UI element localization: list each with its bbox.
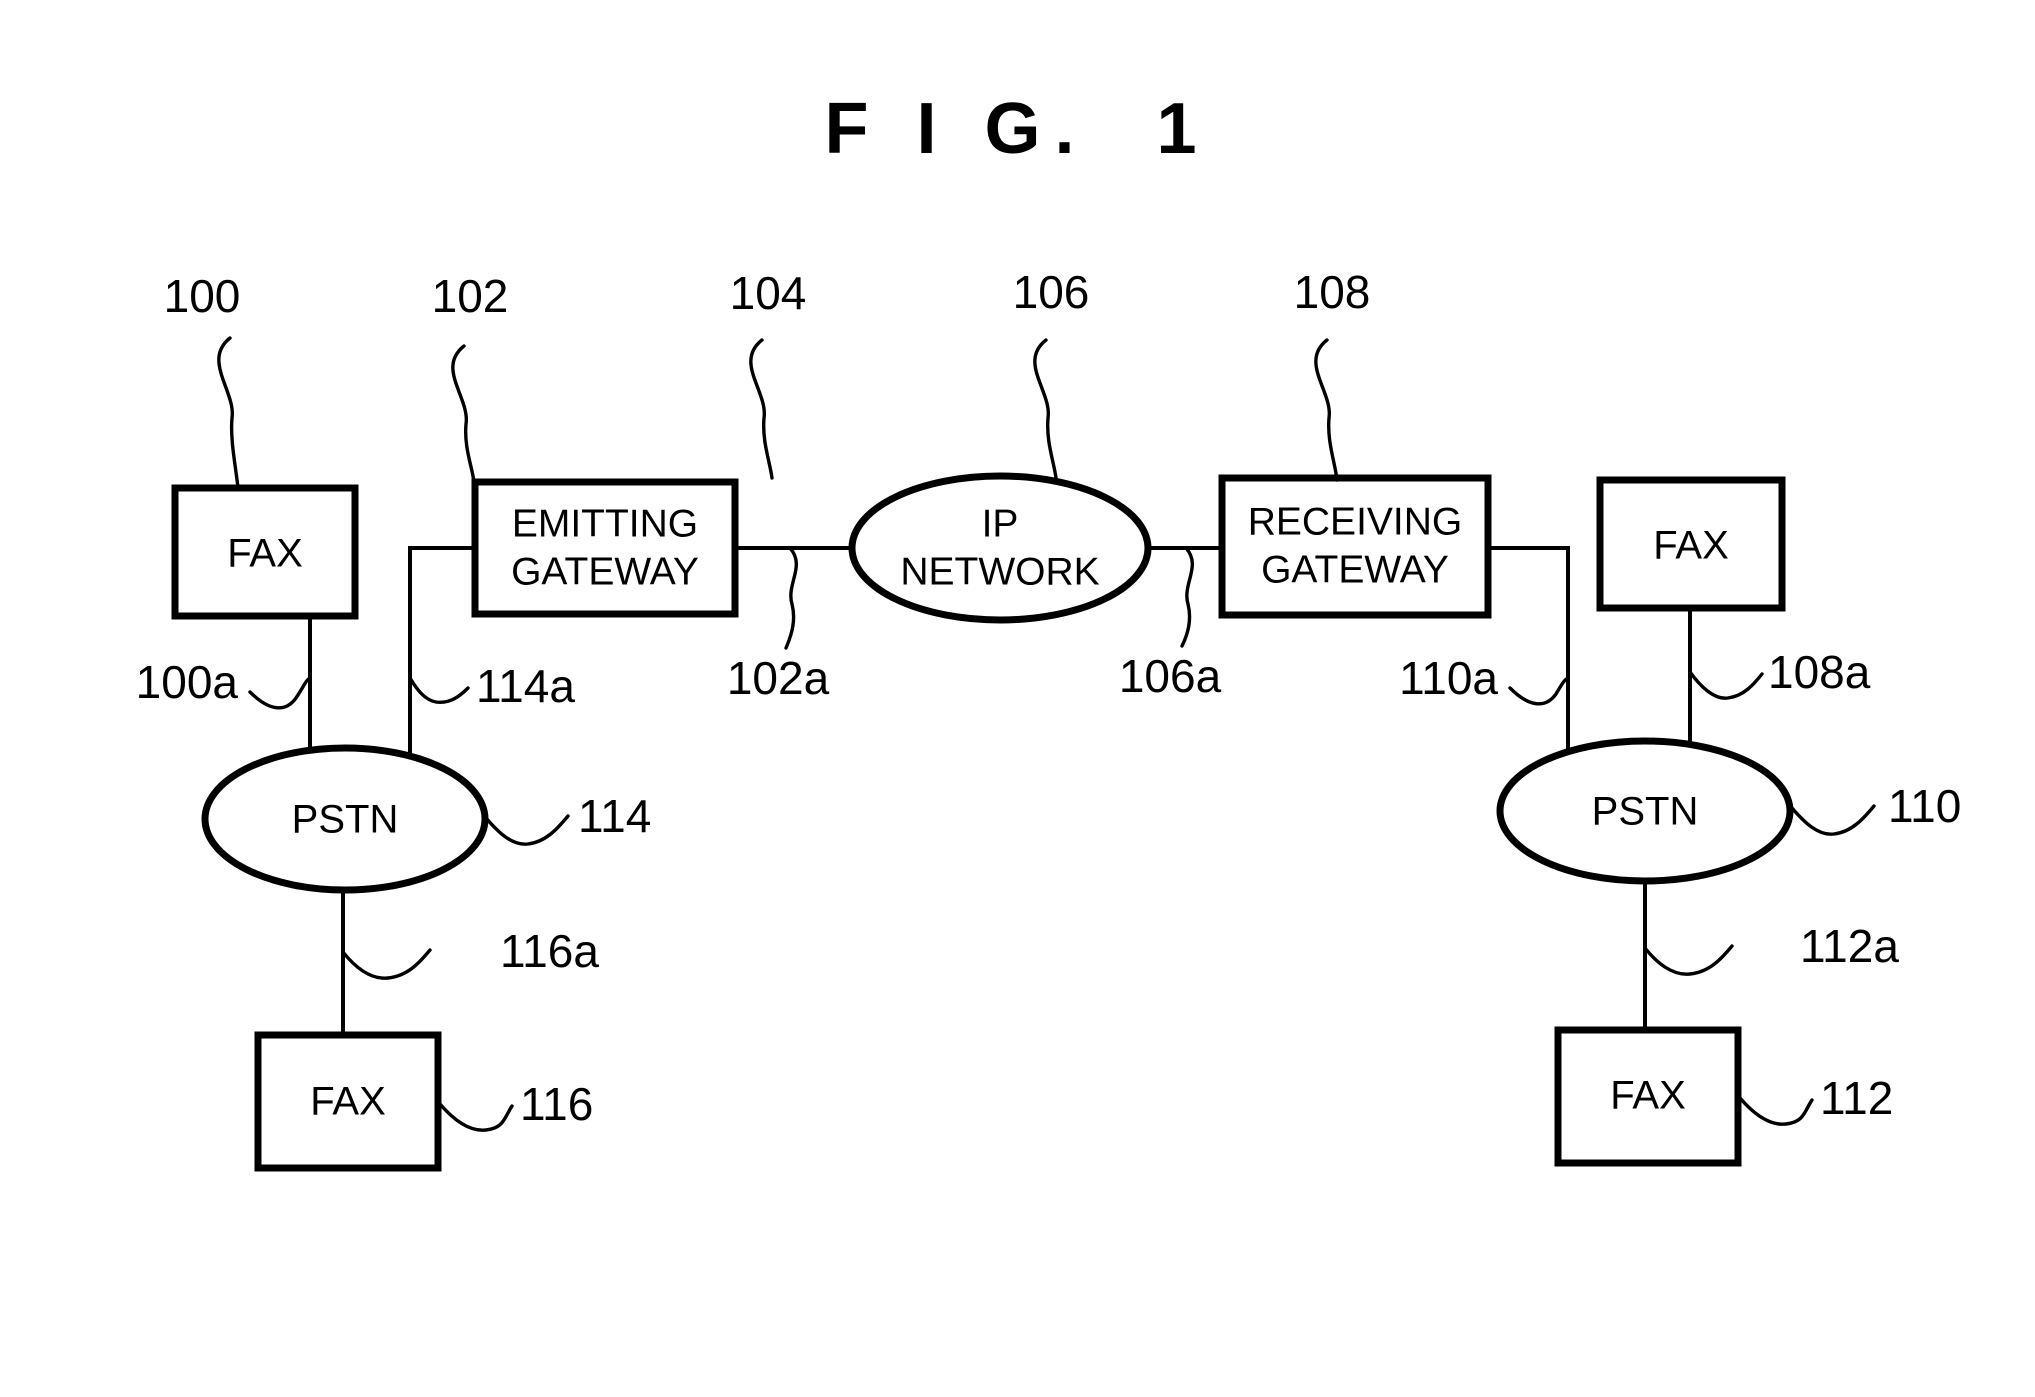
leader-102a: [784, 546, 798, 650]
node-fax-100[interactable]: FAX: [171, 484, 359, 620]
leader-110: [1790, 804, 1876, 836]
leader-112a: [1643, 944, 1734, 976]
fax-112-label: FAX: [1610, 1074, 1686, 1118]
ref-108: 108: [1294, 266, 1371, 318]
fax-100-label: FAX: [227, 532, 303, 576]
ref-112a: 112a: [1800, 920, 1899, 972]
ref-106a: 106a: [1119, 650, 1222, 702]
emitting-gateway-label-line2: GATEWAY: [511, 550, 699, 593]
ref-110a: 110a: [1399, 652, 1498, 704]
receiving-gateway-label-line2: GATEWAY: [1261, 548, 1449, 591]
ip-network-label-line2: NETWORK: [900, 550, 1099, 593]
pstn-110-label: PSTN: [1592, 790, 1699, 834]
ref-114a: 114a: [476, 660, 575, 712]
leader-108: [1314, 338, 1339, 482]
ref-116: 116: [520, 1078, 593, 1130]
ref-114: 114: [578, 790, 651, 842]
connector-114a-line: [408, 546, 477, 784]
ref-102: 102: [432, 270, 509, 322]
leader-106a: [1180, 546, 1194, 648]
leader-106: [1033, 338, 1058, 480]
leader-114a: [408, 676, 470, 704]
emitting-gateway-label-line1: EMITTING: [512, 502, 698, 545]
leader-114: [484, 814, 570, 846]
fax-116-label: FAX: [310, 1080, 386, 1124]
node-fax-108[interactable]: FAX: [1596, 476, 1786, 612]
ref-102a: 102a: [727, 652, 830, 704]
patent-figure: F I G. 1 FAX EMITTING GATEWAY IP NETWORK…: [0, 0, 2035, 1397]
leader-108a: [1688, 670, 1764, 700]
fax-108-label: FAX: [1653, 524, 1729, 568]
ref-104: 104: [730, 267, 807, 319]
ref-100: 100: [164, 270, 241, 322]
leader-110a: [1508, 676, 1570, 706]
node-fax-116[interactable]: FAX: [254, 1031, 442, 1172]
node-ip-network-104[interactable]: IP NETWORK: [848, 472, 1152, 624]
ref-112: 112: [1820, 1072, 1893, 1124]
node-receiving-gateway-106[interactable]: RECEIVING GATEWAY: [1218, 474, 1492, 619]
leader-116a: [341, 948, 432, 980]
diagram-canvas: FAX EMITTING GATEWAY IP NETWORK RECEIVIN…: [136, 266, 1961, 1172]
leader-104: [749, 338, 774, 480]
node-pstn-114[interactable]: PSTN: [201, 744, 489, 894]
ip-network-label-line1: IP: [982, 502, 1019, 545]
node-fax-112[interactable]: FAX: [1554, 1026, 1742, 1167]
receiving-gateway-label-line1: RECEIVING: [1248, 500, 1463, 543]
leader-102: [451, 344, 476, 484]
leader-116: [438, 1102, 514, 1132]
leader-100: [217, 336, 240, 490]
node-emitting-gateway-102[interactable]: EMITTING GATEWAY: [471, 478, 739, 618]
ref-100a: 100a: [136, 656, 239, 708]
leader-100a: [248, 676, 312, 710]
pstn-114-label: PSTN: [292, 798, 399, 842]
receiving-gateway-box: [1218, 474, 1492, 619]
ref-110: 110: [1888, 780, 1961, 832]
ref-116a: 116a: [500, 925, 599, 977]
leader-112: [1738, 1096, 1814, 1126]
ref-106: 106: [1013, 266, 1090, 318]
ip-network-ellipse: [848, 472, 1152, 624]
ref-108a: 108a: [1768, 646, 1871, 698]
node-pstn-110[interactable]: PSTN: [1496, 737, 1794, 885]
connector-110a-line: [1486, 546, 1570, 780]
